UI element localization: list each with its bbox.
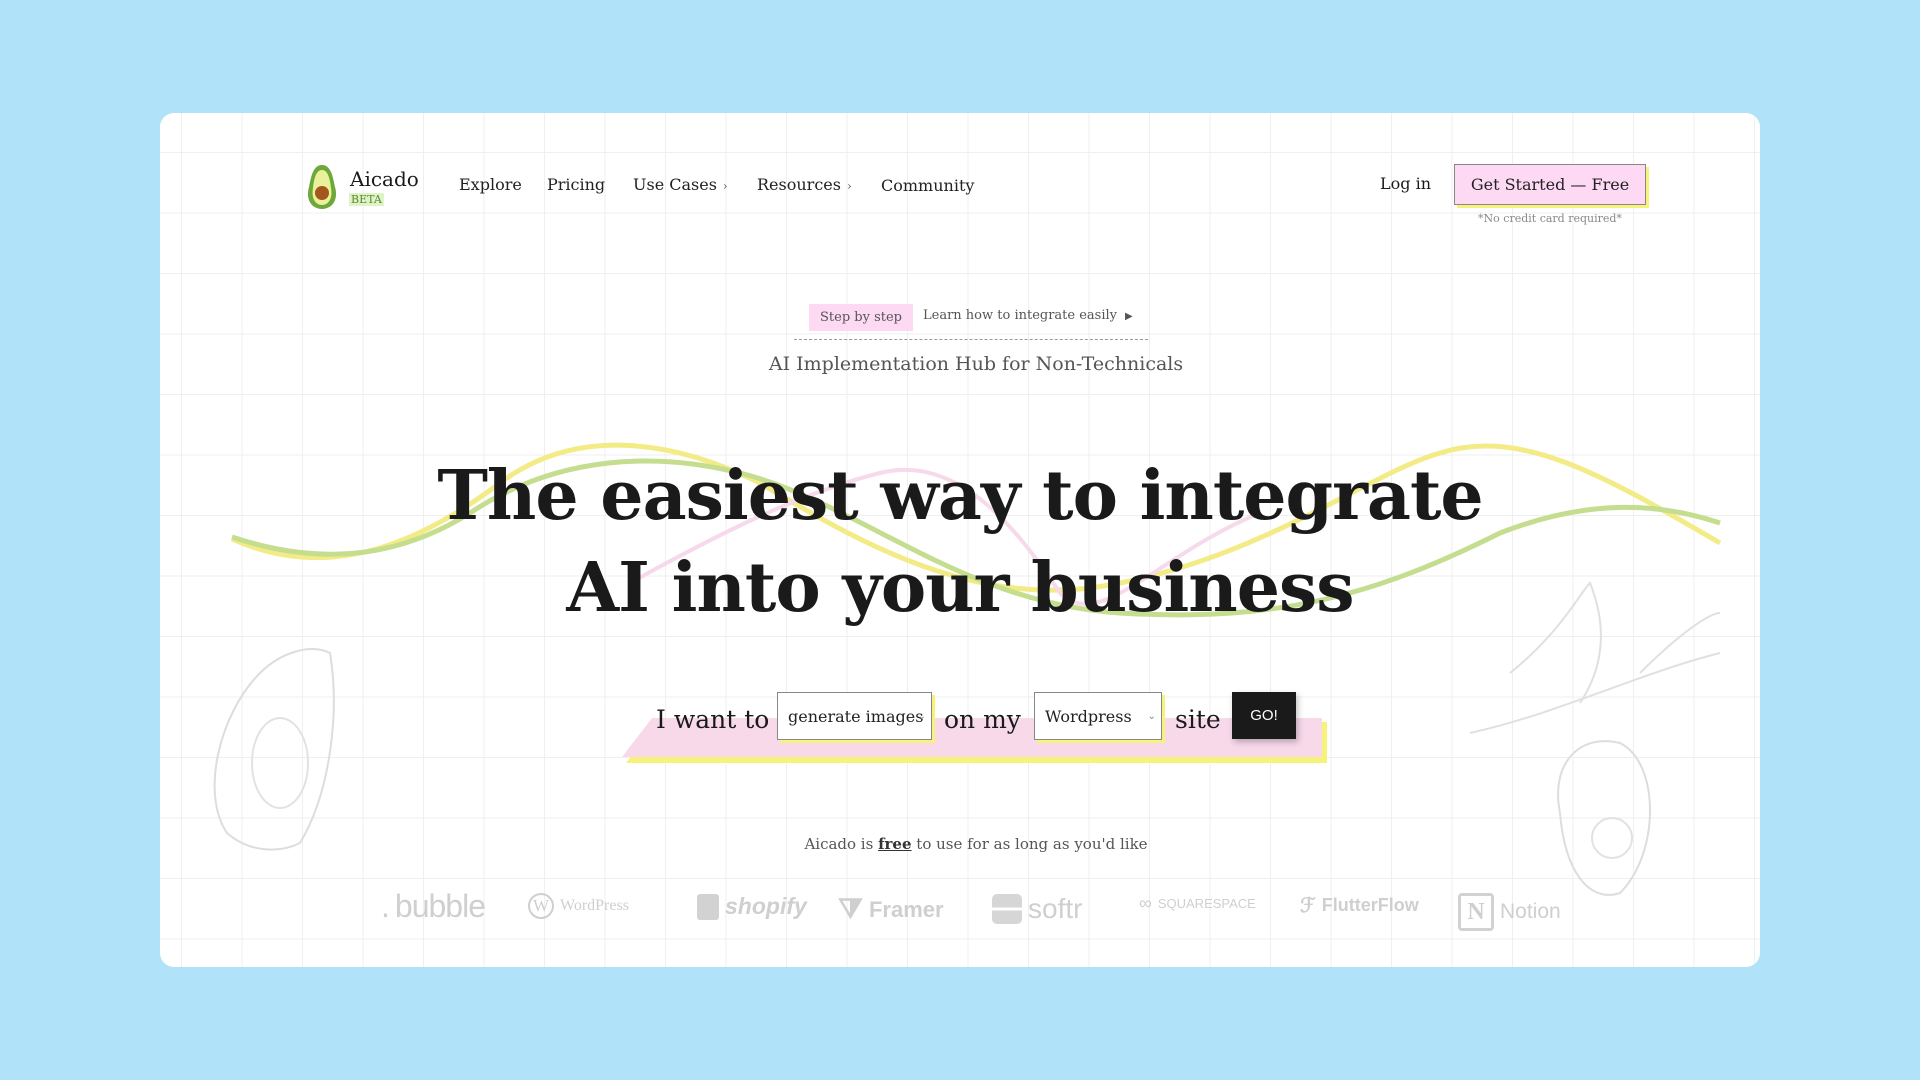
form-prefix: I want to bbox=[656, 705, 770, 734]
avocado-sketch-right bbox=[1557, 740, 1651, 896]
logo-notion: N Notion bbox=[1458, 893, 1561, 931]
learn-link[interactable]: Learn how to integrate easily ▶ bbox=[923, 308, 1133, 323]
avocado-logo-icon bbox=[305, 163, 339, 211]
logo-framer: ⧩ Framer bbox=[838, 893, 944, 924]
headline-line-1: The easiest way to integrate bbox=[437, 456, 1483, 536]
nav-use-cases[interactable]: Use Cases › bbox=[633, 175, 728, 194]
login-link[interactable]: Log in bbox=[1380, 174, 1431, 193]
chevron-right-icon: › bbox=[846, 179, 852, 193]
chevron-down-icon: ⌄ bbox=[1147, 710, 1156, 722]
nav-pricing[interactable]: Pricing bbox=[547, 175, 605, 194]
chevron-right-icon: › bbox=[722, 179, 728, 193]
logo-squarespace: ∞ SQUARESPACE bbox=[1139, 893, 1256, 913]
logo-softr: softr bbox=[992, 893, 1082, 925]
step-by-step-pill[interactable]: Step by step bbox=[809, 304, 913, 331]
form-suffix: site bbox=[1175, 705, 1221, 734]
logo-wordpress: W WordPress bbox=[528, 893, 629, 919]
free-note: Aicado is free to use for as long as you… bbox=[804, 835, 1148, 853]
get-started-button[interactable]: Get Started — Free bbox=[1454, 164, 1646, 205]
no-credit-card-note: *No credit card required* bbox=[1478, 212, 1622, 225]
avocado-sketch-left bbox=[213, 648, 335, 851]
hero-subtitle: AI Implementation Hub for Non-Technicals bbox=[768, 353, 1184, 375]
triangle-right-icon: ▶ bbox=[1125, 311, 1133, 322]
brand-name[interactable]: Aicado bbox=[350, 167, 419, 191]
free-link[interactable]: free bbox=[878, 835, 911, 853]
divider bbox=[794, 339, 1148, 340]
form-middle: on my bbox=[944, 705, 1021, 734]
hero-headline: The easiest way to integrate AI into you… bbox=[160, 450, 1760, 634]
nav-resources[interactable]: Resources › bbox=[757, 175, 852, 194]
nav-community[interactable]: Community bbox=[881, 176, 974, 195]
platform-select[interactable]: Wordpress ⌄ bbox=[1034, 692, 1162, 740]
nav-explore[interactable]: Explore bbox=[459, 175, 522, 194]
logo-flutterflow: ℱ FlutterFlow bbox=[1300, 895, 1419, 917]
logo-bubble: . bubble bbox=[381, 888, 486, 924]
chevron-down-icon: ⌄ bbox=[917, 710, 926, 722]
logo-shopify: shopify bbox=[697, 893, 807, 920]
go-button[interactable]: GO! bbox=[1232, 692, 1296, 739]
headline-line-2: AI into your business bbox=[566, 548, 1354, 628]
beta-badge: BETA bbox=[349, 193, 384, 206]
goal-select[interactable]: generate images ⌄ bbox=[777, 692, 932, 740]
